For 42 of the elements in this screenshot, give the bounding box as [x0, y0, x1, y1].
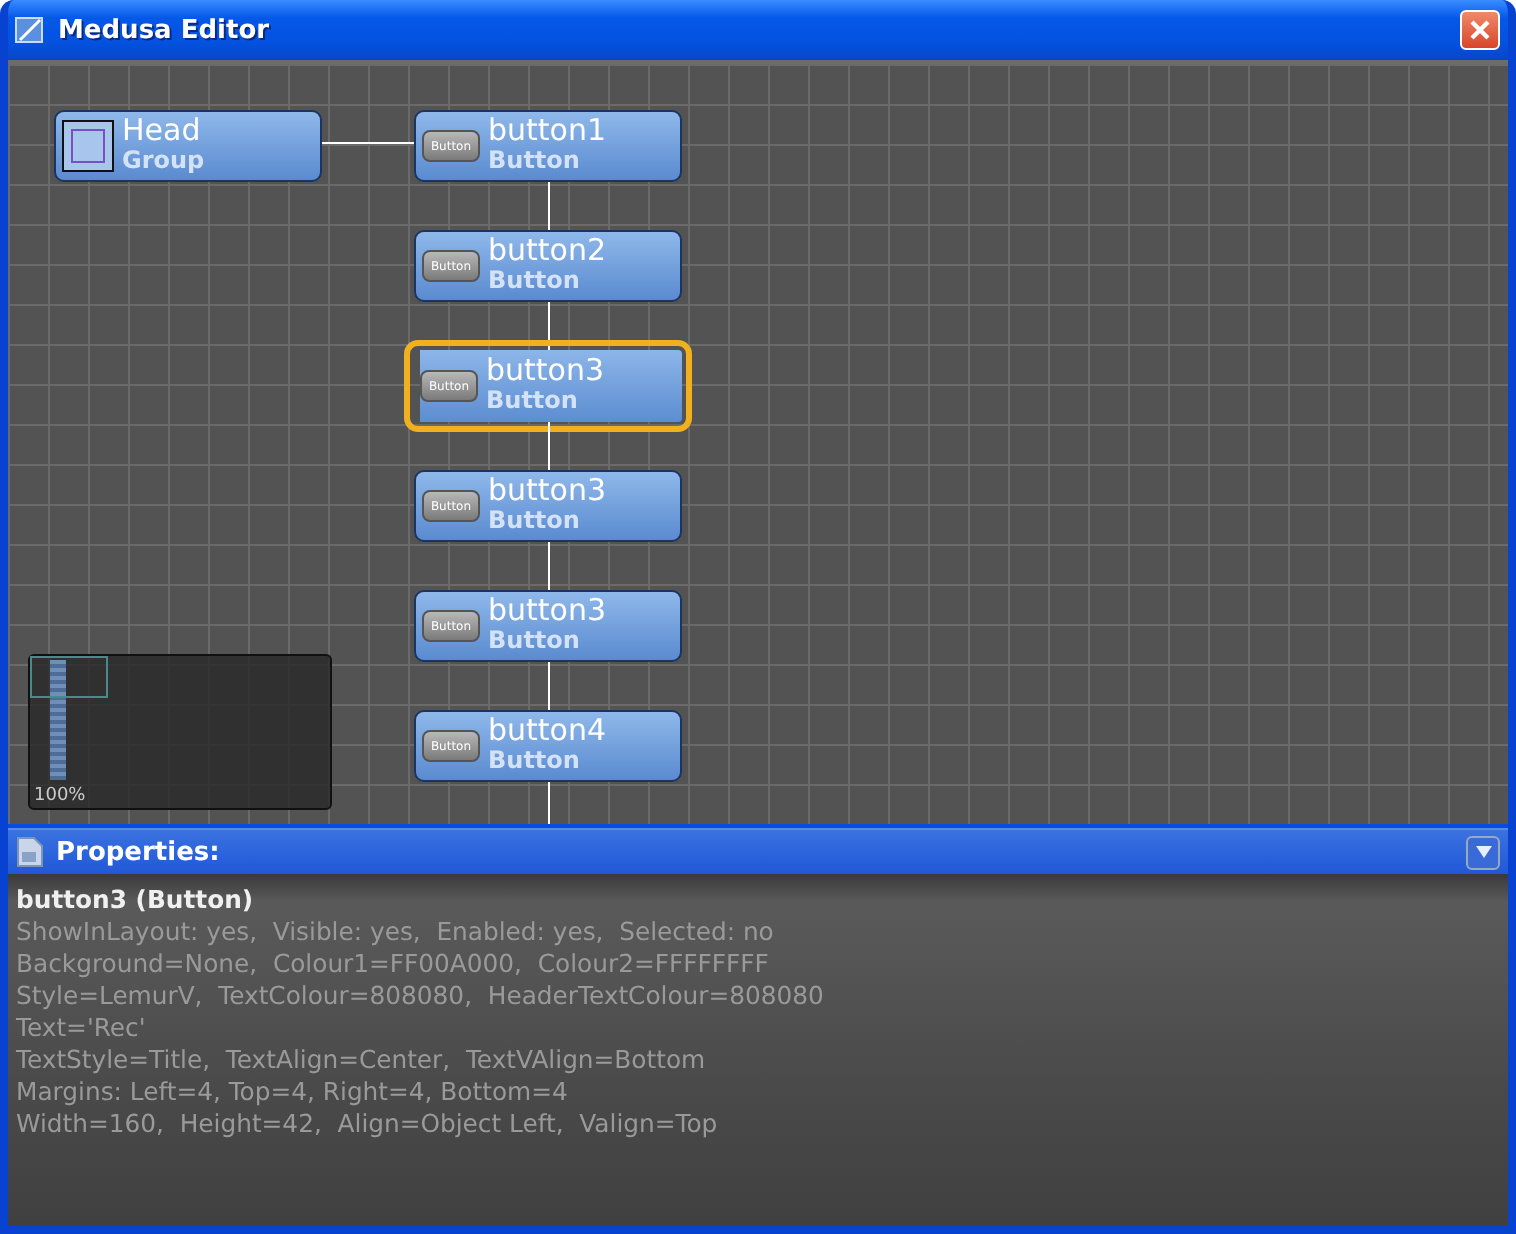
node-title: button4: [488, 716, 607, 746]
node-title: Head: [122, 116, 203, 146]
app-icon: [14, 14, 46, 46]
document-icon: [16, 836, 44, 868]
tree-node[interactable]: Head Group: [54, 110, 322, 182]
connector-line: [548, 182, 550, 230]
zoom-label: 100%: [34, 786, 86, 806]
caret-icon: [1473, 844, 1493, 860]
node-type: Button: [488, 266, 582, 296]
node-type: Button: [488, 506, 582, 536]
node-type: Button: [488, 146, 582, 176]
node-title: button3: [488, 596, 607, 626]
close-button[interactable]: [1460, 10, 1500, 50]
node-type: Button: [488, 746, 582, 776]
property-line: Text='Rec': [16, 1012, 148, 1044]
node-title: button3: [488, 476, 607, 506]
group-icon: [62, 120, 114, 172]
viewport-frame[interactable]: [30, 656, 108, 698]
panel-title: Properties:: [56, 837, 222, 867]
connector-line: [548, 542, 550, 590]
property-line: Background=None, Colour1=FF00A000, Colour2=FFFFFFFF: [16, 948, 771, 980]
property-line: TextStyle=Title, TextAlign=Center, TextVAlign=Bottom: [16, 1044, 708, 1076]
node-type: Button: [486, 386, 580, 416]
property-heading: button3 (Button): [16, 884, 256, 916]
close-icon: [1468, 18, 1492, 42]
minimap-node-strip: [50, 660, 66, 780]
connector-line: [548, 422, 550, 470]
node-title: button3: [486, 356, 605, 386]
connector-line: [548, 782, 550, 824]
node-type: Button: [488, 626, 582, 656]
property-line: Width=160, Height=42, Align=Object Left, Valign=Top: [16, 1108, 720, 1140]
property-line: Margins: Left=4, Top=4, Right=4, Bottom=4: [16, 1076, 570, 1108]
property-line: ShowInLayout: yes, Visible: yes, Enabled: yes, Selected: no: [16, 916, 776, 948]
minimap[interactable]: 100%: [28, 654, 332, 810]
connector-line: [322, 142, 414, 144]
window-title: Medusa Editor: [58, 15, 272, 45]
node-type: Group: [122, 146, 205, 176]
node-title: button2: [488, 236, 607, 266]
collapse-button[interactable]: [1466, 835, 1500, 869]
property-line: Style=LemurV, TextColour=808080, HeaderTextColour=808080: [16, 980, 826, 1012]
connector-line: [548, 662, 550, 710]
node-title: button1: [488, 116, 607, 146]
